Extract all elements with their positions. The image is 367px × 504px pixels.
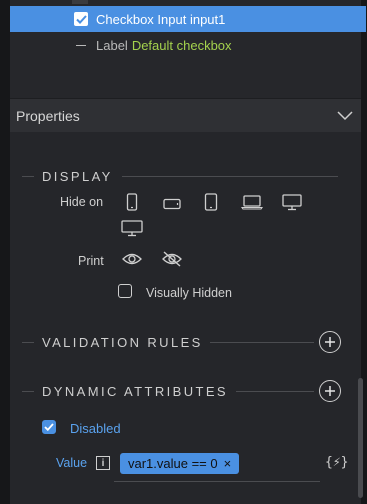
value-expression-text: var1.value == 0 bbox=[128, 456, 218, 471]
section-divider bbox=[122, 176, 338, 177]
properties-panel-window: Checkbox Input input1 Label Default chec… bbox=[0, 0, 367, 504]
display-section-title: DISPLAY bbox=[42, 169, 113, 184]
section-divider bbox=[22, 391, 34, 392]
properties-title: Properties bbox=[16, 107, 80, 124]
chevron-down-icon[interactable] bbox=[337, 108, 353, 124]
eye-icon[interactable] bbox=[122, 252, 142, 271]
value-input-underline bbox=[114, 481, 320, 482]
eye-slash-icon[interactable] bbox=[161, 251, 183, 272]
value-expression-chip[interactable]: var1.value == 0 × bbox=[120, 453, 240, 474]
value-label: Value bbox=[56, 456, 88, 470]
tree-item-checkbox-input[interactable]: Checkbox Input input1 bbox=[10, 6, 366, 32]
properties-header[interactable]: Properties bbox=[10, 99, 361, 132]
tree-child-prefix: Label bbox=[96, 37, 128, 53]
close-icon[interactable]: × bbox=[224, 456, 232, 471]
validation-section-title: VALIDATION RULES bbox=[42, 335, 203, 350]
tree-child-value: Default checkbox bbox=[131, 37, 232, 53]
add-dynamic-attribute-button[interactable] bbox=[319, 380, 341, 402]
tree-item-label: Checkbox Input input1 bbox=[96, 11, 226, 27]
left-edge bbox=[0, 0, 10, 504]
desktop-icon[interactable] bbox=[282, 194, 302, 216]
add-validation-rule-button[interactable] bbox=[319, 331, 341, 353]
tablet-icon[interactable] bbox=[204, 193, 218, 216]
tree-item-label-child[interactable]: Label Default checkbox bbox=[10, 32, 366, 58]
hide-on-label: Hide on bbox=[60, 195, 104, 209]
section-divider bbox=[22, 342, 34, 343]
mobile-landscape-icon[interactable] bbox=[163, 197, 181, 215]
wide-desktop-icon[interactable] bbox=[121, 220, 143, 242]
section-divider bbox=[22, 176, 34, 177]
mobile-portrait-icon[interactable] bbox=[126, 193, 138, 216]
code-binding-icon[interactable]: {⚡} bbox=[325, 455, 348, 470]
disabled-checkbox[interactable] bbox=[42, 420, 56, 434]
scrollbar-thumb[interactable] bbox=[358, 378, 363, 498]
disabled-label[interactable]: Disabled bbox=[70, 421, 121, 436]
checkbox-icon bbox=[74, 12, 88, 26]
visually-hidden-checkbox[interactable] bbox=[118, 284, 132, 298]
properties-body bbox=[10, 132, 361, 504]
info-icon[interactable]: i bbox=[96, 456, 110, 470]
tree-parent-stub bbox=[72, 0, 88, 4]
section-divider bbox=[210, 342, 314, 343]
visually-hidden-label: Visually Hidden bbox=[146, 286, 232, 300]
dash-icon bbox=[76, 44, 86, 46]
laptop-icon[interactable] bbox=[240, 195, 264, 215]
element-tree: Checkbox Input input1 Label Default chec… bbox=[10, 0, 366, 98]
section-divider bbox=[236, 391, 314, 392]
print-label: Print bbox=[78, 254, 104, 268]
dynamic-section-title: DYNAMIC ATTRIBUTES bbox=[42, 384, 228, 399]
